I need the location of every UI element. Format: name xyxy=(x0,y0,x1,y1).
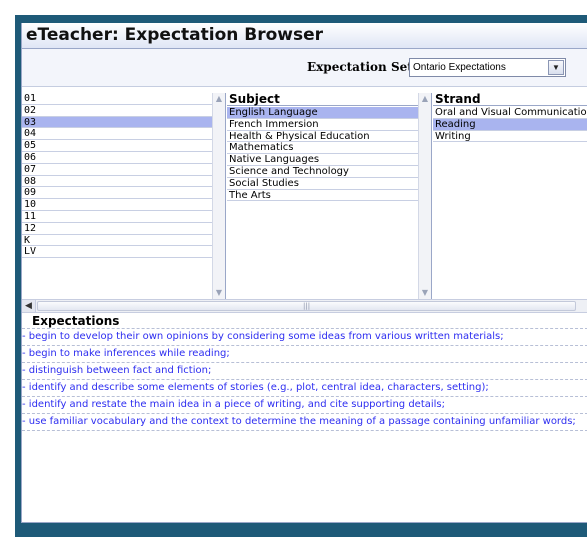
list-item[interactable]: 09 xyxy=(22,187,225,200)
list-item[interactable]: French Immersion xyxy=(227,119,431,131)
expectation-item[interactable]: - identify and describe some elements of… xyxy=(22,380,587,397)
expectation-item[interactable]: - use familiar vocabulary and the contex… xyxy=(22,414,587,431)
grade-rows: 01 02 03 04 05 06 07 08 09 10 11 12 K LV xyxy=(22,93,225,259)
expectation-set-label: Expectation Set: xyxy=(307,60,418,74)
list-item[interactable]: 03 xyxy=(22,116,225,129)
list-item[interactable]: 11 xyxy=(22,211,225,223)
grip-icon: ||| xyxy=(303,302,311,310)
list-item[interactable]: Science and Technology xyxy=(227,166,431,178)
scroll-left-icon[interactable]: ◀ xyxy=(22,300,36,312)
chevron-down-icon[interactable]: ▼ xyxy=(548,60,564,75)
list-item[interactable]: Oral and Visual Communication xyxy=(433,107,587,119)
subject-rows: English Language French Immersion Health &… xyxy=(227,107,431,202)
scroll-up-icon[interactable]: ▲ xyxy=(213,93,225,105)
grade-list-scrollbar[interactable]: ▲ ▼ xyxy=(212,93,225,299)
bottom-border xyxy=(22,522,587,523)
strand-list: Strand Oral and Visual Communication Read… xyxy=(433,93,587,299)
scroll-down-icon[interactable]: ▼ xyxy=(213,287,225,299)
expectation-item[interactable]: - begin to make inferences while reading… xyxy=(22,346,587,363)
horizontal-scrollbar[interactable]: ◀ ||| xyxy=(22,299,587,313)
list-item[interactable]: Health & Physical Education xyxy=(227,131,431,143)
expectation-set-bar: Expectation Set: Ontario Expectations ▼ xyxy=(22,49,587,87)
list-item[interactable]: Writing xyxy=(433,131,587,143)
subject-header: Subject xyxy=(227,93,431,106)
expectations-list: - begin to develop their own opinions by… xyxy=(22,329,587,431)
scrollbar-thumb[interactable]: ||| xyxy=(37,301,576,311)
expectation-set-select[interactable]: Ontario Expectations ▼ xyxy=(409,58,566,77)
scroll-up-icon[interactable]: ▲ xyxy=(419,93,431,105)
strand-rows: Oral and Visual Communication Reading Writ… xyxy=(433,107,587,143)
strand-header: Strand xyxy=(433,93,587,106)
list-item[interactable]: Reading xyxy=(433,118,587,131)
list-item[interactable]: 10 xyxy=(22,199,225,211)
grade-list: 01 02 03 04 05 06 07 08 09 10 11 12 K LV ▲ ▼ xyxy=(22,93,226,299)
list-item[interactable]: 07 xyxy=(22,164,225,176)
expectation-item[interactable]: - distinguish between fact and fiction; xyxy=(22,363,587,380)
list-item[interactable]: 02 xyxy=(22,105,225,117)
expectations-panel: Expectations - begin to develop their ow… xyxy=(22,313,587,523)
list-item[interactable]: Native Languages xyxy=(227,154,431,166)
list-item[interactable]: English Language xyxy=(227,107,431,119)
list-item[interactable]: K xyxy=(22,235,225,247)
list-item[interactable]: LV xyxy=(22,246,225,259)
subject-list-scrollbar[interactable]: ▲ ▼ xyxy=(418,93,431,299)
expectation-item[interactable]: - identify and restate the main idea in … xyxy=(22,397,587,414)
subject-list: Subject English Language French Immersion… xyxy=(227,93,432,299)
list-item[interactable]: Mathematics xyxy=(227,142,431,155)
expectation-set-value: Ontario Expectations xyxy=(413,62,506,73)
expectation-browser-window: eTeacher: Expectation Browser Expectatio… xyxy=(21,23,587,523)
expectation-item[interactable]: - begin to develop their own opinions by… xyxy=(22,329,587,346)
list-item[interactable]: The Arts xyxy=(227,190,431,202)
selection-lists: 01 02 03 04 05 06 07 08 09 10 11 12 K LV ▲ ▼ Subject … xyxy=(22,93,587,299)
list-item[interactable]: 05 xyxy=(22,140,225,152)
list-item[interactable]: Social Studies xyxy=(227,178,431,190)
window-title: eTeacher: Expectation Browser xyxy=(22,23,587,49)
expectations-header: Expectations xyxy=(22,313,587,329)
list-item[interactable]: 12 xyxy=(22,223,225,235)
list-item[interactable]: 06 xyxy=(22,152,225,164)
list-item[interactable]: 01 xyxy=(22,93,225,105)
scroll-down-icon[interactable]: ▼ xyxy=(419,287,431,299)
list-item[interactable]: 08 xyxy=(22,176,225,188)
list-item[interactable]: 04 xyxy=(22,128,225,141)
